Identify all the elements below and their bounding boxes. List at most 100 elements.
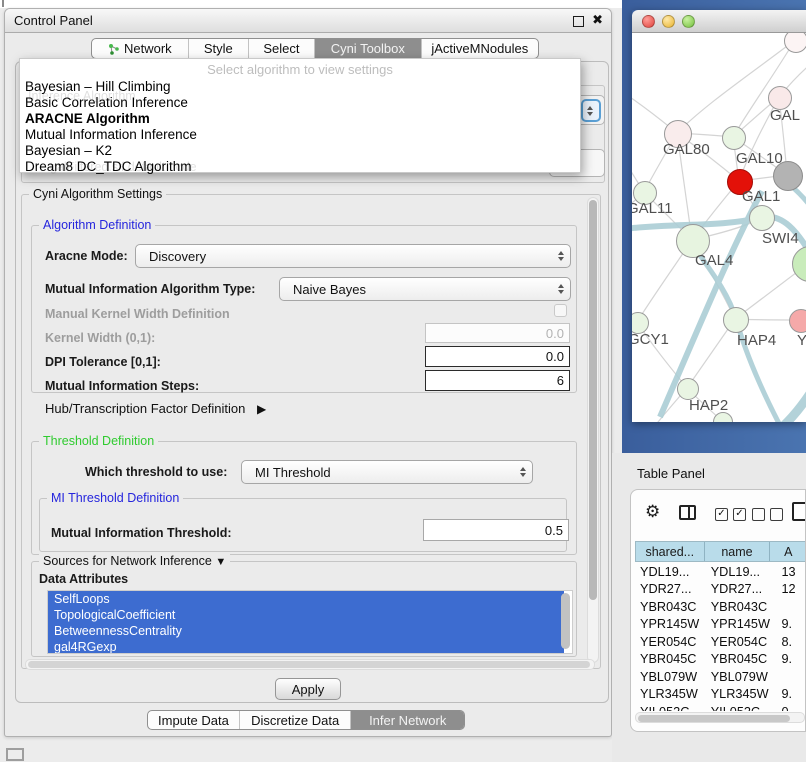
network-node-swi4[interactable]	[749, 205, 775, 231]
algorithm-definition-title: Algorithm Definition	[39, 218, 155, 232]
kernel-width-label: Kernel Width (0,1):	[45, 331, 155, 345]
table-row[interactable]: YBR043CYBR043C	[635, 598, 806, 616]
tab-network-label: Network	[124, 41, 172, 56]
gear-icon[interactable]: ⚙	[645, 502, 660, 522]
tab-discretize-data[interactable]: Discretize Data	[240, 711, 352, 729]
dropdown-item-mutual-information[interactable]: Mutual Information Inference	[20, 127, 580, 143]
tab-style[interactable]: Style	[189, 39, 249, 58]
dropdown-item-basic-correlation[interactable]: Basic Correlation Inference	[20, 95, 580, 111]
threshold-definition-title: Threshold Definition	[39, 434, 158, 448]
network-icon	[108, 43, 120, 55]
cyni-algorithm-settings-title: Cyni Algorithm Settings	[29, 187, 166, 201]
dpi-tolerance-field[interactable]: 0.0	[425, 346, 570, 367]
settings-hscrollbar-thumb[interactable]	[28, 661, 590, 668]
node-label-gal11: GAL11	[632, 200, 673, 217]
sources-title-wrap: Sources for Network Inference ▼	[39, 554, 230, 568]
deselect-all-icon[interactable]	[752, 508, 783, 521]
columns-icon[interactable]	[679, 505, 696, 520]
network-node-y[interactable]	[789, 309, 806, 333]
control-panel-tabbar: Network Style Select Cyni Toolbox jActiv…	[91, 38, 539, 59]
table-card: ⚙ ✓ ✓ shared... name A YDL19...YDL19...	[630, 489, 806, 732]
table-panel-title: Table Panel	[637, 466, 705, 481]
kernel-width-field[interactable]: 0.0	[425, 323, 570, 343]
tab-network[interactable]: Network	[92, 39, 189, 58]
mi-type-label: Mutual Information Algorithm Type:	[45, 282, 255, 296]
apply-button-label: Apply	[292, 682, 325, 697]
control-panel-titlebar[interactable]: Control Panel ✖	[5, 9, 611, 33]
tab-impute-data[interactable]: Impute Data	[148, 711, 240, 729]
settings-scrollbar[interactable]	[587, 197, 599, 663]
hub-definition-toggle[interactable]: Hub/Transcription Factor Definition ▶	[45, 401, 266, 416]
mac-zoom-icon[interactable]	[682, 15, 695, 28]
table-row[interactable]: YDL19...YDL19...13	[635, 563, 806, 581]
table-row[interactable]: YLR345WYLR345W9.	[635, 686, 806, 704]
mi-steps-field[interactable]: 6	[425, 370, 570, 391]
mi-type-combobox[interactable]: Naive Bayes	[279, 277, 571, 301]
network-node-hap4[interactable]	[723, 307, 749, 333]
kernel-width-value: 0.0	[546, 326, 564, 341]
checked-box-icon: ✓	[715, 508, 728, 521]
hub-definition-label: Hub/Transcription Factor Definition	[45, 401, 245, 416]
table-row[interactable]: YIL052CYIL052C0.	[635, 703, 806, 711]
table-row[interactable]: YBR045CYBR045C9.	[635, 651, 806, 669]
sources-title: Sources for Network Inference	[43, 554, 212, 568]
mi-threshold-field[interactable]: 0.5	[423, 519, 569, 541]
settings-scrollbar-thumb[interactable]	[589, 200, 597, 600]
expand-down-icon[interactable]: ▼	[215, 556, 226, 568]
settings-hscrollbar[interactable]	[25, 659, 595, 670]
select-all-icon[interactable]: ✓ ✓	[715, 508, 746, 521]
top-strip-mark	[2, 0, 4, 7]
close-icon[interactable]: ✖	[592, 12, 603, 28]
table-row[interactable]: YDR27...YDR27...12	[635, 581, 806, 599]
network-window-titlebar[interactable]	[632, 10, 806, 33]
table-row[interactable]: YBL079WYBL079W	[635, 668, 806, 686]
network-node[interactable]	[784, 33, 806, 53]
list-item-betweennesscentrality[interactable]: BetweennessCentrality	[48, 623, 564, 639]
which-threshold-combobox[interactable]: MI Threshold	[241, 460, 533, 484]
occluded-combo-spinner[interactable]	[581, 99, 601, 122]
dropdown-item-dream8[interactable]: Dream8 DC_TDC Algorithm	[20, 159, 580, 175]
column-header-name[interactable]: name	[705, 542, 771, 561]
table-header-row: shared... name A	[635, 541, 806, 562]
network-canvas[interactable]: GAL GAL80 GAL10 GAL1 GAL11 SWI4 GAL4 GCY…	[632, 33, 806, 422]
table-hscrollbar-thumb[interactable]	[638, 715, 790, 722]
float-window-icon[interactable]	[573, 16, 584, 27]
control-panel-window: Control Panel ✖ Network Style Select Cyn…	[4, 8, 612, 737]
tab-discretize-data-label: Discretize Data	[251, 713, 339, 728]
tab-select[interactable]: Select	[249, 39, 315, 58]
tab-cyni-toolbox-label: Cyni Toolbox	[331, 41, 405, 56]
tab-jactivemnodules[interactable]: jActiveMNodules	[422, 39, 538, 58]
node-label-swi4: SWI4	[762, 230, 799, 247]
mi-type-value: Naive Bayes	[280, 282, 366, 297]
network-node-gal10[interactable]	[722, 126, 746, 150]
aracne-mode-combobox[interactable]: Discovery	[135, 244, 571, 268]
tab-cyni-toolbox[interactable]: Cyni Toolbox	[315, 39, 422, 58]
dpi-tolerance-value: 0.0	[546, 349, 564, 364]
unchecked-box-icon	[770, 508, 783, 521]
collapse-right-icon[interactable]: ▶	[257, 402, 266, 416]
list-item-gal4rgexp[interactable]: gal4RGexp	[48, 639, 564, 654]
table-row[interactable]: YPR145WYPR145W9.	[635, 616, 806, 634]
manual-kernel-checkbox[interactable]	[554, 304, 567, 317]
mac-minimize-icon[interactable]	[662, 15, 675, 28]
list-scrollbar-thumb[interactable]	[561, 593, 570, 649]
checked-box-icon: ✓	[733, 508, 746, 521]
node-label-hap2: HAP2	[689, 397, 728, 414]
dropdown-item-bayesian-hill-climbing[interactable]: Bayesian – Hill Climbing	[20, 79, 580, 95]
table-body: YDL19...YDL19...13 YDR27...YDR27...12 YB…	[635, 563, 806, 711]
dropdown-item-bayesian-k2[interactable]: Bayesian – K2	[20, 143, 580, 159]
column-header-a[interactable]: A	[770, 542, 806, 561]
mac-close-icon[interactable]	[642, 15, 655, 28]
aracne-mode-value: Discovery	[136, 249, 206, 264]
apply-button[interactable]: Apply	[275, 678, 341, 700]
list-item-topologicalcoefficient[interactable]: TopologicalCoefficient	[48, 607, 564, 623]
file-icon[interactable]	[792, 502, 806, 521]
list-item-selfloops[interactable]: SelfLoops	[48, 591, 564, 607]
dock-handle-icon[interactable]	[6, 748, 24, 761]
table-hscrollbar[interactable]	[635, 712, 805, 723]
tab-infer-network[interactable]: Infer Network	[351, 711, 464, 729]
table-row[interactable]: YER054CYER054C8.	[635, 633, 806, 651]
column-header-shared-name[interactable]: shared...	[636, 542, 705, 561]
dropdown-item-aracne[interactable]: ARACNE Algorithm	[20, 111, 580, 127]
aracne-mode-label: Aracne Mode:	[45, 249, 128, 263]
